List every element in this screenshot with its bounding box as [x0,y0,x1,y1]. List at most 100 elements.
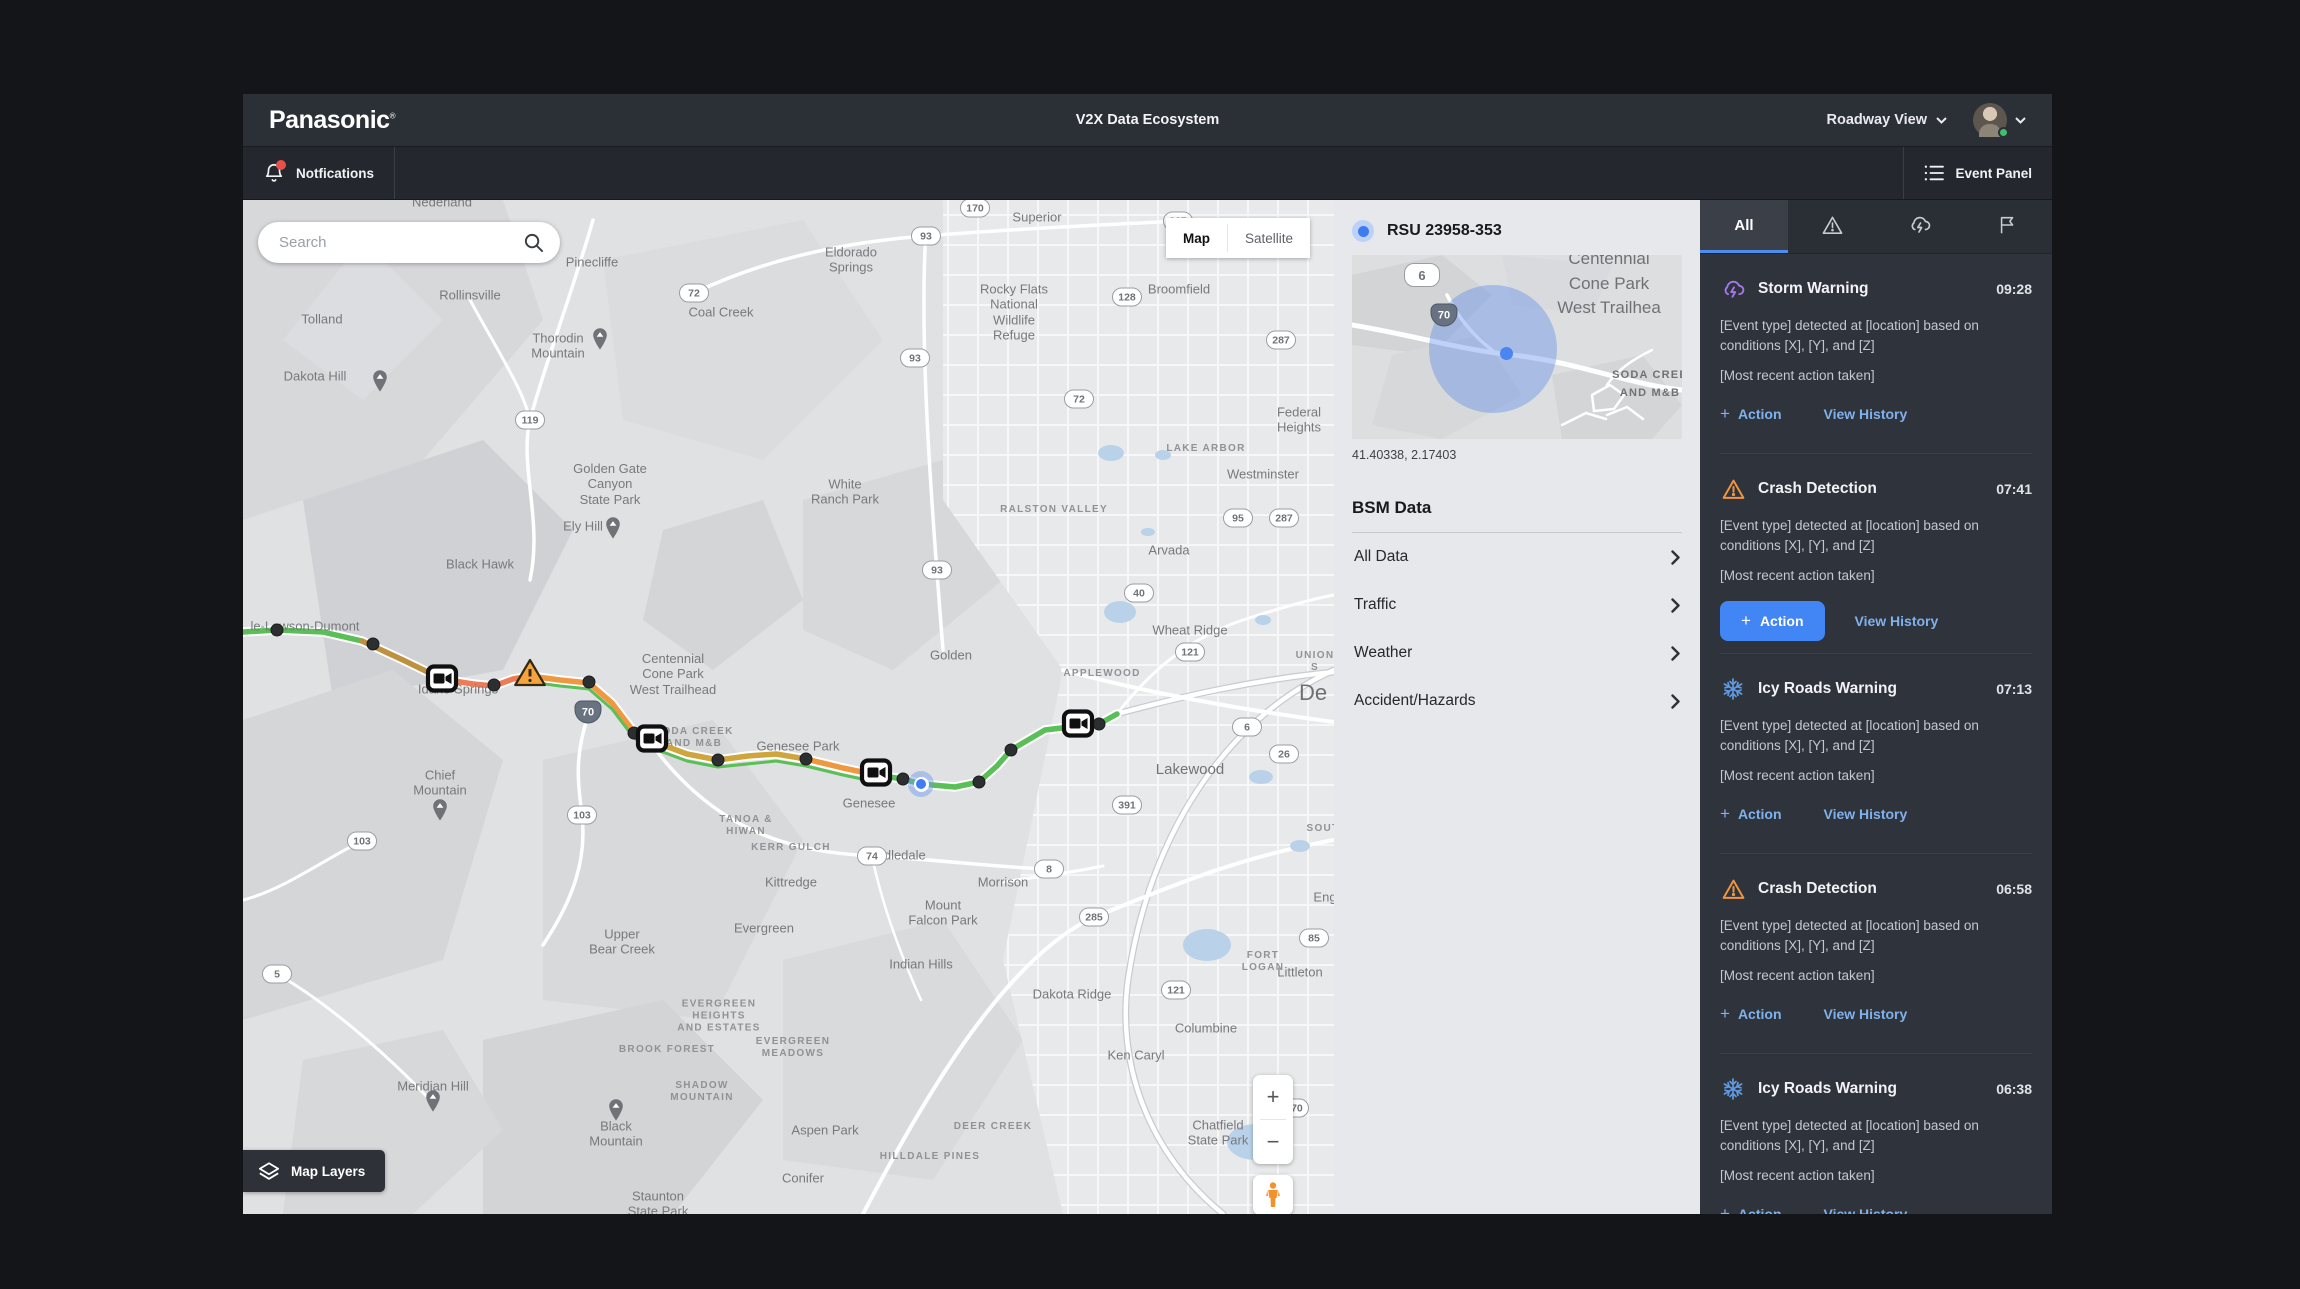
event-actions: +Action View History [1720,804,2032,824]
pegman-button[interactable] [1253,1175,1293,1214]
warning-triangle-icon [1821,214,1844,237]
crash-warning-icon [1720,876,1746,902]
map-canvas [243,200,1334,1214]
event-last-action: [Most recent action taken] [1720,568,2032,583]
chevron-right-icon [1671,550,1680,565]
action-link[interactable]: +Action [1720,404,1782,424]
app-header: Panasonic® V2X Data Ecosystem Roadway Vi… [243,94,2052,146]
event-card: Icy Roads Warning 07:13 [Event type] det… [1720,654,2032,854]
plus-icon: + [1741,611,1751,631]
event-card: Icy Roads Warning 06:38 [Event type] det… [1720,1054,2032,1214]
view-history-link[interactable]: View History [1824,406,1908,422]
search-input[interactable] [279,234,523,251]
event-description: [Event type] detected at [location] base… [1720,1116,2032,1155]
event-title: Icy Roads Warning [1758,1080,1996,1098]
bsm-menu-item[interactable]: All Data [1352,533,1682,581]
view-history-link[interactable]: View History [1824,1206,1908,1214]
map[interactable]: Nederlandle-Lawson-DumontTollandRollinsv… [243,200,1334,1214]
bsm-item-label: All Data [1354,548,1408,566]
layers-icon [258,1161,280,1182]
action-link[interactable]: +Action [1720,1004,1782,1024]
plus-icon: + [1720,1004,1730,1024]
tab-hazards[interactable] [1788,200,1876,253]
map-layers-button[interactable]: Map Layers [243,1150,385,1192]
event-panel: All [1700,200,2052,1214]
event-time: 07:41 [1996,481,2032,497]
panasonic-logo: Panasonic® [269,106,395,135]
list-icon [1924,164,1944,182]
bsm-menu-item[interactable]: Weather [1352,629,1682,677]
flag-icon [1997,214,2019,236]
event-title: Crash Detection [1758,880,1996,898]
app-title: V2X Data Ecosystem [243,112,2052,128]
event-title: Storm Warning [1758,280,1996,298]
action-link[interactable]: +Action [1720,1204,1782,1214]
map-type-satellite[interactable]: Satellite [1228,218,1310,258]
event-list: Storm Warning 09:28 [Event type] detecte… [1700,254,2052,1214]
view-selector[interactable]: Roadway View [1827,112,1947,128]
minimap-area-label: SODA CREE AND M&B [1570,367,1682,402]
bsm-item-label: Accident/Hazards [1354,692,1475,710]
event-actions: +Action View History [1720,404,2032,424]
event-card: Crash Detection 07:41 [Event type] detec… [1720,454,2032,654]
event-actions: +Action View History [1720,1204,2032,1214]
zoom-out-button[interactable]: − [1253,1120,1293,1164]
view-history-link[interactable]: View History [1824,806,1908,822]
event-card: Crash Detection 06:58 [Event type] detec… [1720,854,2032,1054]
view-history-link[interactable]: View History [1855,613,1939,629]
event-last-action: [Most recent action taken] [1720,368,2032,383]
zoom-in-button[interactable]: + [1253,1075,1293,1119]
action-link[interactable]: +Action [1720,804,1782,824]
presence-dot [1998,127,2009,138]
tab-flagged[interactable] [1964,200,2052,253]
event-description: [Event type] detected at [location] base… [1720,716,2032,755]
map-search [258,222,560,263]
bsm-item-label: Traffic [1354,596,1396,614]
notification-badge [276,160,286,170]
storm-warning-icon [1720,276,1746,302]
search-icon[interactable] [523,232,544,253]
chevron-down-icon [1936,117,1947,124]
event-time: 06:58 [1996,881,2032,897]
map-type-map[interactable]: Map [1166,218,1227,258]
action-button[interactable]: +Action [1720,601,1825,641]
rsu-minimap[interactable]: 6 70 Centennial Cone Park West Trailhea … [1352,255,1682,439]
account-menu[interactable] [1973,103,2026,137]
crash-warning-icon [1720,476,1746,502]
event-time: 06:38 [1996,1081,2032,1097]
chevron-right-icon [1671,694,1680,709]
avatar [1973,103,2007,137]
event-panel-button[interactable]: Event Panel [1903,147,2052,199]
map-type-toggle: Map Satellite [1166,218,1310,258]
bsm-menu-item[interactable]: Traffic [1352,581,1682,629]
bsm-item-label: Weather [1354,644,1412,662]
event-actions: +Action View History [1720,601,2032,641]
tab-all[interactable]: All [1700,200,1788,253]
plus-icon: + [1720,804,1730,824]
event-title: Crash Detection [1758,480,1996,498]
chevron-down-icon [2015,117,2026,124]
event-title: Icy Roads Warning [1758,680,1996,698]
event-description: [Event type] detected at [location] base… [1720,316,2032,355]
notifications-label: Notfications [296,166,374,181]
event-description: [Event type] detected at [location] base… [1720,516,2032,555]
minimap-place-label: Centennial Cone Park West Trailhea [1524,255,1682,321]
snowflake-icon [1720,1076,1746,1102]
view-history-link[interactable]: View History [1824,1006,1908,1022]
bsm-menu-item[interactable]: Accident/Hazards [1352,677,1682,725]
bsm-menu: All Data Traffic Weather Acciden [1352,533,1682,725]
event-card: Storm Warning 09:28 [Event type] detecte… [1720,254,2032,454]
notifications-button[interactable]: Notfications [243,147,395,199]
storm-cloud-icon [1908,213,1932,237]
event-last-action: [Most recent action taken] [1720,1168,2032,1183]
pegman-icon [1266,1182,1280,1208]
rsu-title: RSU 23958-353 [1387,222,1502,240]
chevron-right-icon [1671,598,1680,613]
event-time: 09:28 [1996,281,2032,297]
map-layers-label: Map Layers [291,1164,365,1179]
tab-weather[interactable] [1876,200,1964,253]
toolbar: Notfications Event Panel [243,146,2052,200]
rsu-status-icon [1352,220,1374,242]
chevron-right-icon [1671,646,1680,661]
zoom-control: + − [1253,1075,1293,1164]
